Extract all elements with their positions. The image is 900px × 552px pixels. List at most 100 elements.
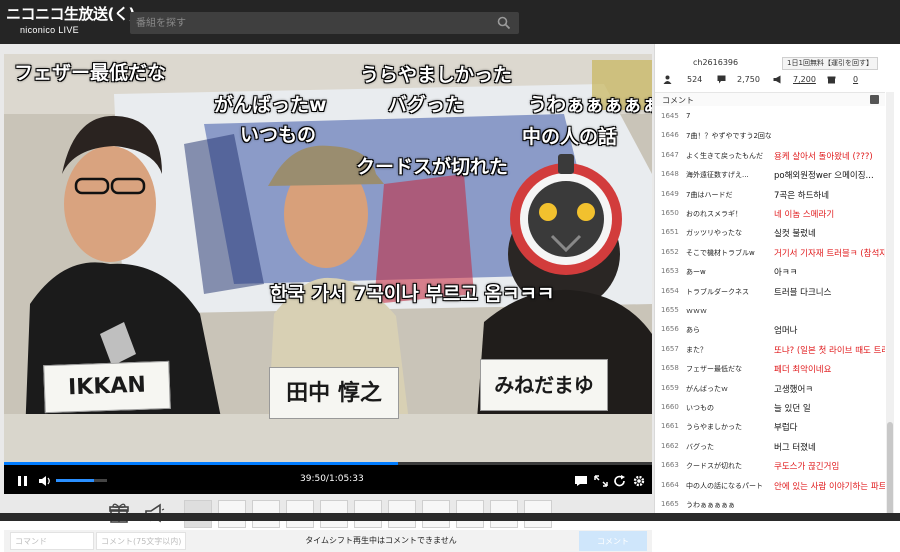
comment-translation: 또냐? (일본 첫 라이브 때도 트러블) <box>774 345 885 356</box>
top-header: ニコニコ生放送(く) niconico LIVE <box>0 0 900 44</box>
settings-gear-icon[interactable] <box>632 475 646 487</box>
comment-toggle-icon[interactable] <box>574 475 588 487</box>
comment-original: あら <box>686 326 700 335</box>
overlay-comment-8: クードスが切れた <box>356 156 509 178</box>
channel-id[interactable]: ch2616396 <box>693 58 738 67</box>
comment-number: 1662 <box>661 441 679 450</box>
comment-row[interactable]: 1657 また？ 또냐? (일본 첫 라이브 때도 트러블) <box>655 340 885 359</box>
nameplate-2: 田中 惇之 <box>269 367 399 419</box>
comment-original: 中の人の話になるパート <box>686 481 763 490</box>
comment-input[interactable] <box>96 532 186 550</box>
comment-row[interactable]: 1654 トラブルダークネス 트러블 다크니스 <box>655 282 885 301</box>
comment-number: 1647 <box>661 150 679 159</box>
comment-row[interactable]: 1656 あら 엄머나 <box>655 320 885 339</box>
comment-row[interactable]: 1649 7曲はハードだ 7곡은 하드하네 <box>655 185 885 204</box>
comment-number: 1660 <box>661 403 679 411</box>
overlay-comment-4: バグった <box>388 94 465 116</box>
comment-original: あーw <box>686 268 706 277</box>
reload-icon[interactable] <box>613 475 627 487</box>
pause-icon[interactable] <box>16 475 30 487</box>
comment-row[interactable]: 1659 がんばったｗ 고생했어ㅋ <box>655 379 885 398</box>
viewer-count: 524 <box>687 75 703 84</box>
overlay-comment-9: 한국 가서 7곡이나 부르고 옴ㅋㅋㅋ <box>270 283 555 305</box>
comment-number: 1649 <box>661 189 679 198</box>
daily-lottery-badge[interactable]: 1日1回無料【運引を回す】 <box>782 57 878 70</box>
side-panel: ch2616396 1日1回無料【運引を回す】 524 2,750 7,200 … <box>654 44 900 521</box>
volume-icon[interactable] <box>38 475 52 487</box>
overlay-comment-6: いつもの <box>240 124 317 146</box>
comment-translation: 7곡은 하드하네 <box>774 190 830 201</box>
comment-original: ガッツリやったな <box>686 229 742 238</box>
scroll-thumb[interactable] <box>887 422 893 518</box>
comment-scrollbar[interactable] <box>886 92 894 520</box>
comment-translation: 부럽다 <box>774 423 798 434</box>
comment-original: おのれスメラギ！ <box>686 210 742 218</box>
comment-original: クードスが切れた <box>686 462 742 471</box>
command-input[interactable] <box>10 532 94 550</box>
comment-number: 1654 <box>661 286 679 295</box>
comment-form: タイムシフト再生中はコメントできません コメント <box>4 530 652 552</box>
comment-translation: 고생했어ㅋ <box>774 384 814 395</box>
comment-translation: 엄머나 <box>774 326 798 337</box>
comment-row[interactable]: 1653 あーw 아ㅋㅋ <box>655 262 885 281</box>
comment-row[interactable]: 1645 7 <box>655 107 885 126</box>
nameplate-3: みねだまゆ <box>480 359 608 411</box>
comment-translation: 안에 있는 사람 이야기하는 파트 <box>774 481 885 492</box>
comment-submit-button[interactable]: コメント <box>579 531 647 551</box>
overlay-comment-3: がんばったw <box>214 94 327 116</box>
channel-bar: ch2616396 1日1回無料【運引を回す】 <box>655 56 900 72</box>
comment-row[interactable]: 1660 いつもの 늘 있던 일 <box>655 398 885 417</box>
player-area: IKKAN 田中 惇之 みねだまゆ フェザー最低だな うらやましかった がんばっ… <box>0 44 654 552</box>
seek-progress <box>4 462 398 465</box>
comment-row[interactable]: 1665 うわぁぁぁぁぁ <box>655 495 885 514</box>
comment-original: 7 <box>686 112 691 120</box>
comment-list-header: コメント <box>655 92 885 106</box>
comment-original: また？ <box>686 345 707 354</box>
niconico-live-logo[interactable]: ニコニコ生放送(く) niconico LIVE <box>6 6 135 40</box>
comment-row[interactable]: 1652 そこで機材トラブルw 거기서 기자재 트러블ㅋ (참석자?) <box>655 243 885 262</box>
comment-original: トラブルダークネス <box>686 287 749 296</box>
player-controls: 39:50/1:05:33 <box>4 462 652 494</box>
comment-row[interactable]: 1664 中の人の話になるパート 안에 있는 사람 이야기하는 파트 <box>655 476 885 495</box>
playback-time: 39:50/1:05:33 <box>300 474 364 484</box>
comment-translation: 실컷 불렀네 <box>774 229 816 240</box>
comment-original: うわぁぁぁぁぁ <box>686 501 735 509</box>
comment-translation: 버그 터졌네 <box>774 442 816 453</box>
search-input[interactable] <box>130 12 490 34</box>
comment-row[interactable]: 1646 7曲！？やずやですう2回なのに！ <box>655 126 885 145</box>
comment-original: 海外遠征数すげえ... <box>686 171 749 180</box>
comment-original: バグった <box>686 442 714 451</box>
comment-number: 1651 <box>661 228 679 237</box>
comment-original: がんばったｗ <box>686 384 728 393</box>
ad-points[interactable]: 7,200 <box>793 75 816 84</box>
bottom-strip <box>0 513 900 521</box>
comment-row[interactable]: 1661 うらやましかった 부럽다 <box>655 417 885 436</box>
comment-list[interactable]: 1645 7 1646 7曲！？やずやですう2回なのに！ 1647 よく生きて戻ったもんだ… <box>655 107 885 519</box>
comment-row[interactable]: 1650 おのれスメラギ！ 네 이놈 스메라기 <box>655 204 885 223</box>
comment-number: 1655 <box>661 306 679 314</box>
comment-row[interactable]: 1658 フェザー最低だな 페더 최악이네요 <box>655 359 885 378</box>
comment-number: 1646 <box>661 131 679 140</box>
comment-row[interactable]: 1647 よく生きて戻ったもんだ 용케 살아서 돌아왔네 (???) <box>655 146 885 165</box>
overlay-comment-5: うわぁぁぁぁぁ <box>528 94 652 116</box>
comment-original: フェザー最低だな <box>686 365 742 374</box>
comment-row[interactable]: 1662 バグった 버그 터졌네 <box>655 437 885 456</box>
comment-translation: 아ㅋㅋ <box>774 268 798 279</box>
comment-settings-icon[interactable] <box>870 95 879 104</box>
seek-bar[interactable] <box>4 462 652 465</box>
stats-bar: 524 2,750 7,200 0 <box>655 74 900 88</box>
gift-count-icon <box>827 76 836 84</box>
comment-original: ｗｗｗ <box>686 307 707 315</box>
comment-translation: 쿠도스가 끊긴거임 <box>774 462 840 473</box>
volume-slider[interactable] <box>56 479 107 482</box>
gift-count[interactable]: 0 <box>853 75 858 84</box>
video-frame[interactable]: IKKAN 田中 惇之 みねだまゆ フェザー最低だな うらやましかった がんばっ… <box>4 54 652 462</box>
search-icon[interactable] <box>497 16 511 30</box>
comment-number: 1659 <box>661 383 679 392</box>
comment-row[interactable]: 1663 クードスが切れた 쿠도스가 끊긴거임 <box>655 456 885 475</box>
comment-row[interactable]: 1655 ｗｗｗ <box>655 301 885 320</box>
fullscreen-icon[interactable] <box>594 475 608 487</box>
comment-row[interactable]: 1651 ガッツリやったな 실컷 불렀네 <box>655 223 885 242</box>
comment-translation: 트러블 다크니스 <box>774 287 832 298</box>
comment-row[interactable]: 1648 海外遠征数すげえ... po해외원정wer 으메이징... <box>655 165 885 184</box>
